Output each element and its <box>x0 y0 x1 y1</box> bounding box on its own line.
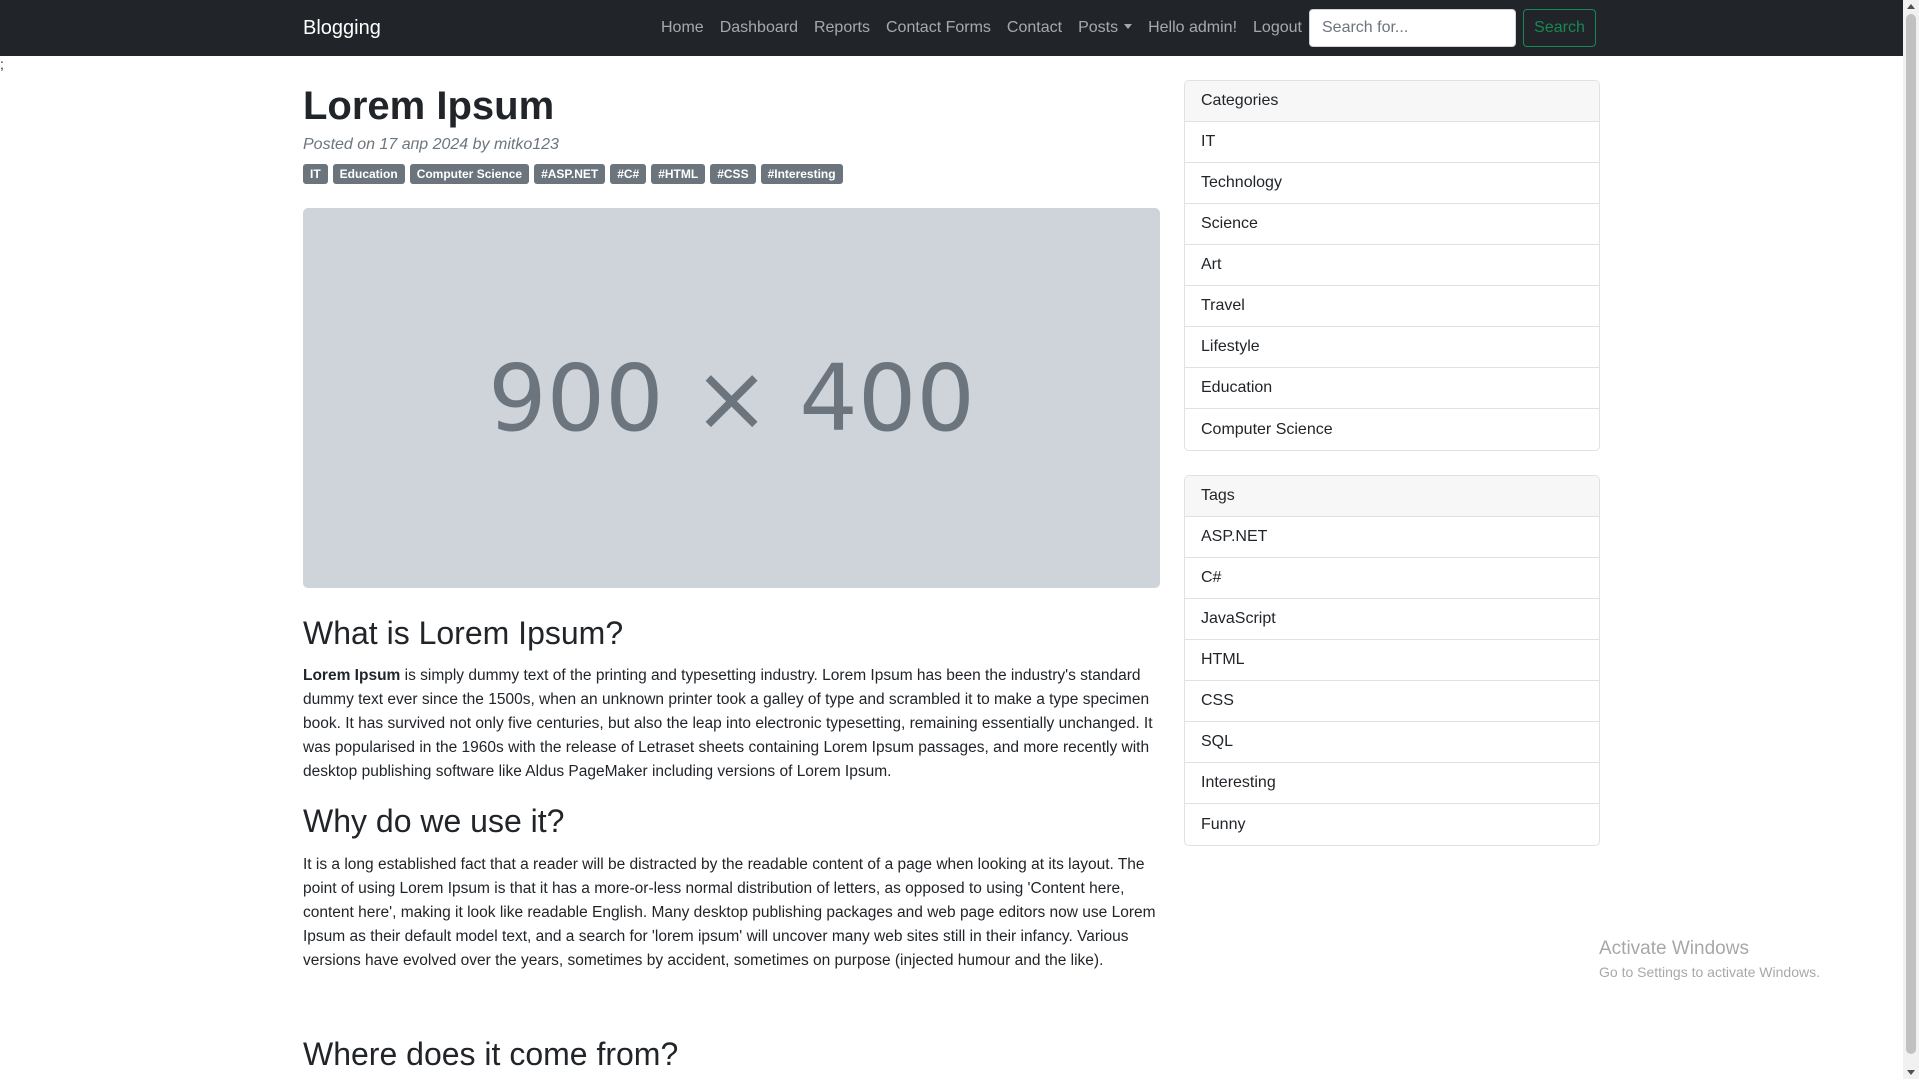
bold-lead: Lorem Ipsum <box>303 667 401 685</box>
category-item[interactable]: Education <box>1185 368 1599 409</box>
nav-dashboard[interactable]: Dashboard <box>712 19 806 37</box>
nav-links: Home Dashboard Reports Contact Forms Con… <box>653 0 1310 56</box>
brand-link[interactable]: Blogging <box>303 0 381 56</box>
nav-posts-label: Posts <box>1078 19 1119 36</box>
tag-item[interactable]: Interesting <box>1185 763 1599 804</box>
tag-badge[interactable]: #Interesting <box>760 164 843 184</box>
nav-reports[interactable]: Reports <box>806 19 878 37</box>
tags-header: Tags <box>1185 476 1599 517</box>
post-meta: Posted on 17 апр 2024 by mitko123 <box>303 136 559 153</box>
nav-user-greeting[interactable]: Hello admin! <box>1140 19 1245 37</box>
category-item[interactable]: Lifestyle <box>1185 327 1599 368</box>
post-title: Lorem Ipsum <box>303 84 555 128</box>
tag-item[interactable]: ASP.NET <box>1185 517 1599 558</box>
section-paragraph: Lorem Ipsum is simply dummy text of the … <box>303 664 1160 784</box>
tag-badge[interactable]: Education <box>332 164 405 184</box>
post-content: Lorem Ipsum Posted on 17 апр 2024 by mit… <box>303 56 1160 1085</box>
nav-contact[interactable]: Contact <box>999 19 1070 37</box>
tag-item[interactable]: JavaScript <box>1185 599 1599 640</box>
category-item[interactable]: IT <box>1185 122 1599 163</box>
top-navbar: Blogging Home Dashboard Reports Contact … <box>0 0 1903 56</box>
tag-item[interactable]: C# <box>1185 558 1599 599</box>
search-button[interactable]: Search <box>1523 9 1596 47</box>
paragraph-text: is simply dummy text of the printing and… <box>303 667 1153 781</box>
search-input[interactable] <box>1309 9 1516 47</box>
tag-item[interactable]: SQL <box>1185 722 1599 763</box>
category-item[interactable]: Art <box>1185 245 1599 286</box>
tag-badge[interactable]: #CSS <box>710 164 756 184</box>
category-item[interactable]: Computer Science <box>1185 409 1599 450</box>
section-paragraph: It is a long established fact that a rea… <box>303 855 1156 969</box>
nav-contact-forms[interactable]: Contact Forms <box>878 19 999 37</box>
nav-home[interactable]: Home <box>653 19 712 37</box>
post-tags: IT Education Computer Science #ASP.NET #… <box>303 164 1160 184</box>
tag-badge[interactable]: #HTML <box>651 164 706 184</box>
tag-item[interactable]: CSS <box>1185 681 1599 722</box>
categories-card: Categories IT Technology Science Art Tra… <box>1184 80 1600 451</box>
tag-badge[interactable]: Computer Science <box>409 164 530 184</box>
nav-posts-dropdown[interactable]: Posts <box>1070 19 1140 37</box>
tag-badge[interactable]: #ASP.NET <box>534 164 606 184</box>
categories-header: Categories <box>1185 81 1599 122</box>
section-heading: Where does it come from? <box>303 1035 679 1072</box>
scroll-down-icon[interactable] <box>1907 1070 1915 1075</box>
tag-item[interactable]: HTML <box>1185 640 1599 681</box>
tag-badge[interactable]: #C# <box>610 164 647 184</box>
nav-logout[interactable]: Logout <box>1245 19 1310 37</box>
post-hero-image: 900 × 400 <box>303 208 1160 588</box>
section-heading: Why do we use it? <box>303 803 565 840</box>
page-scrollbar[interactable] <box>1903 0 1919 1079</box>
scroll-thumb[interactable] <box>1906 14 1916 1054</box>
tag-item[interactable]: Funny <box>1185 804 1599 845</box>
category-item[interactable]: Technology <box>1185 163 1599 204</box>
windows-activation-watermark: Activate Windows Go to Settings to activ… <box>1599 938 1820 980</box>
scroll-up-icon[interactable] <box>1907 4 1915 9</box>
tag-badge[interactable]: IT <box>303 164 328 184</box>
watermark-subtitle: Go to Settings to activate Windows. <box>1599 964 1820 980</box>
section-heading: What is Lorem Ipsum? <box>303 615 624 651</box>
category-item[interactable]: Travel <box>1185 286 1599 327</box>
sidebar: Categories IT Technology Science Art Tra… <box>1184 80 1600 870</box>
tags-card: Tags ASP.NET C# JavaScript HTML CSS SQL … <box>1184 475 1600 846</box>
watermark-title: Activate Windows <box>1599 938 1749 959</box>
stray-text: ; <box>0 56 4 72</box>
category-item[interactable]: Science <box>1185 204 1599 245</box>
chevron-down-icon <box>1124 24 1133 29</box>
image-placeholder-label: 900 × 400 <box>488 344 975 452</box>
